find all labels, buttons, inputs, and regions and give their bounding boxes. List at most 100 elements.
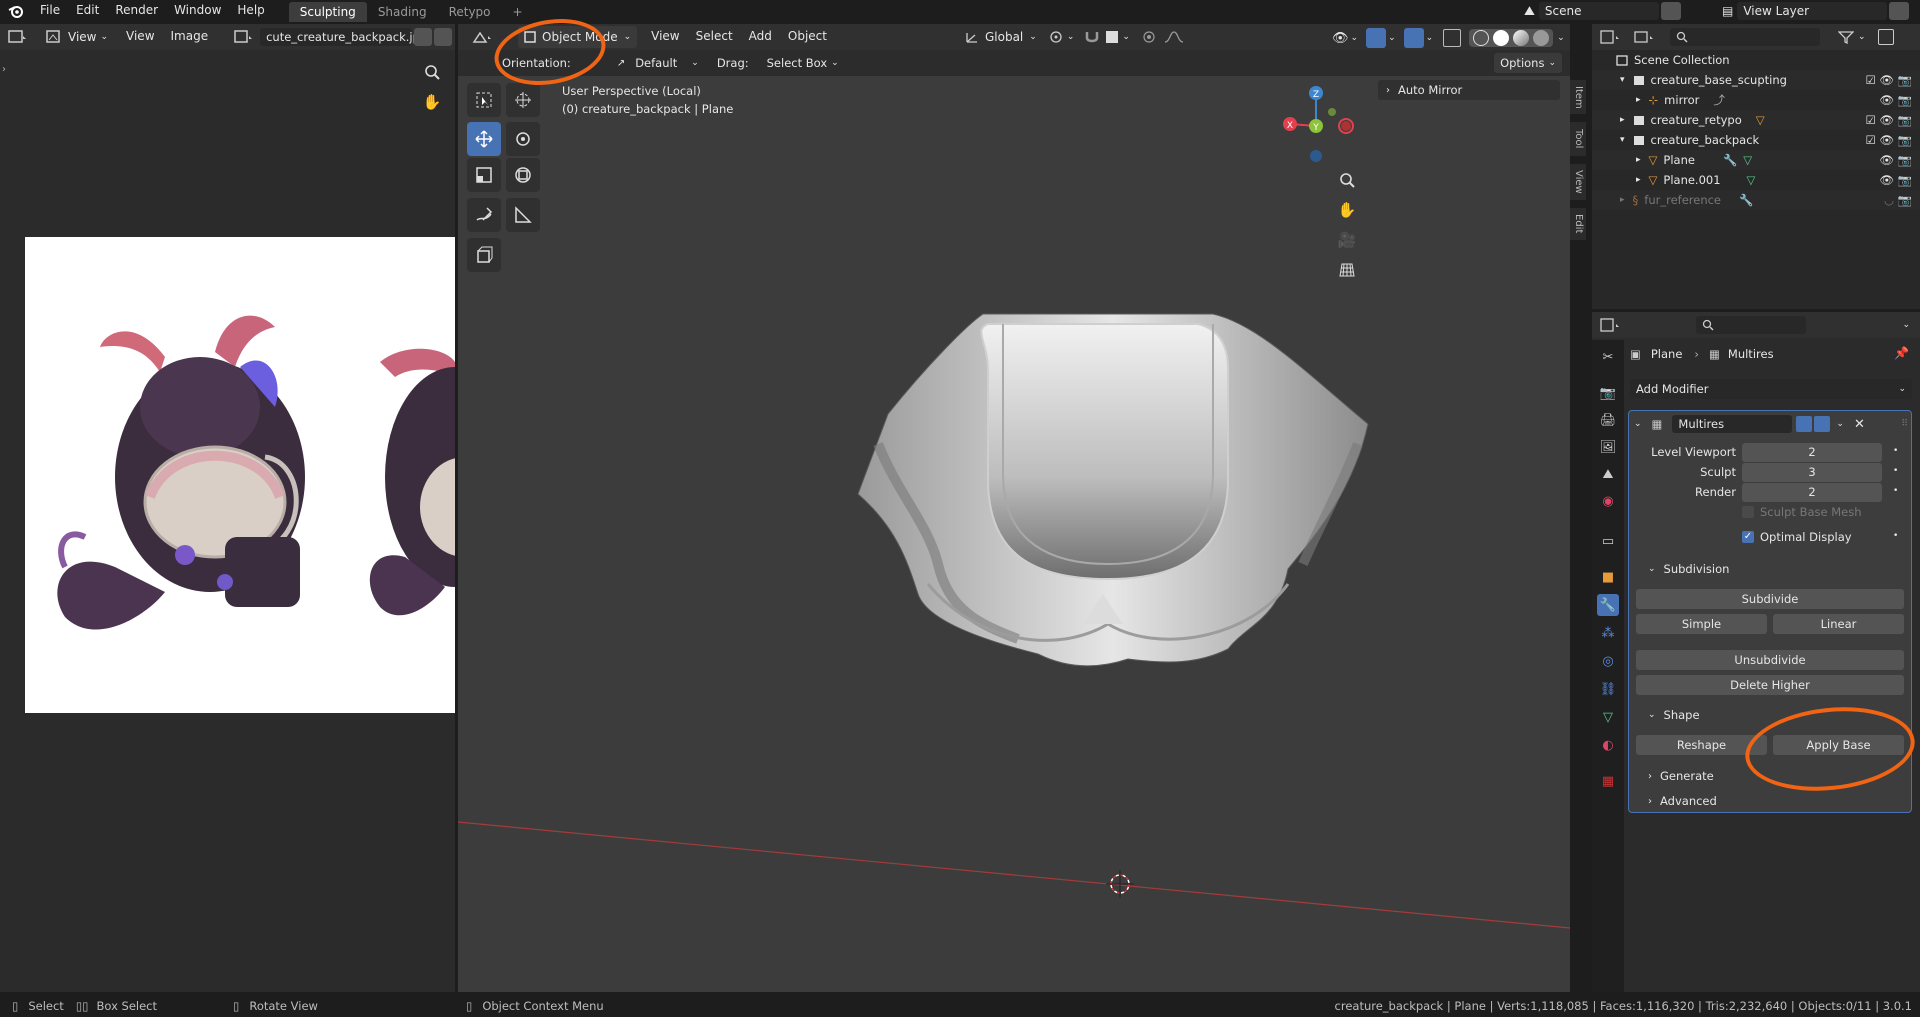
row-visibility-icons[interactable]: ◡ 📷 xyxy=(1884,190,1912,210)
annotate-tool[interactable] xyxy=(467,198,501,232)
tab-sculpting[interactable]: Sculpting xyxy=(288,2,367,22)
collection-tab-icon[interactable]: ▭ xyxy=(1597,530,1619,552)
grid-perspective-icon[interactable] xyxy=(1333,256,1361,284)
new-view-layer-icon[interactable] xyxy=(1889,2,1910,20)
tab-tool[interactable]: Tool xyxy=(1570,122,1586,156)
menu-render[interactable]: Render xyxy=(107,0,166,22)
scene-selector[interactable]: ⛰ Scene xyxy=(1524,1,1681,21)
editor-type-icon[interactable] xyxy=(472,30,502,44)
menu-edit[interactable]: Edit xyxy=(68,0,107,22)
delete-higher-button[interactable]: Delete Higher xyxy=(1636,675,1904,695)
tab-item[interactable]: Item xyxy=(1570,80,1586,114)
keyframe-dot-icon[interactable]: • xyxy=(1893,531,1898,541)
expand-arrow-icon[interactable]: ▸ xyxy=(1636,150,1641,170)
scene-tab-icon[interactable]: ⛰ xyxy=(1597,463,1619,485)
row-visibility-icons[interactable]: 👁 📷 xyxy=(1879,170,1912,190)
overlays-toggle-icon[interactable] xyxy=(1403,28,1424,48)
measure-tool[interactable] xyxy=(506,198,540,232)
menu-file[interactable]: File xyxy=(32,0,68,22)
add-workspace-button[interactable]: + xyxy=(502,2,534,22)
auto-mirror-panel[interactable]: › Auto Mirror xyxy=(1378,80,1560,100)
viewport-menu-view[interactable]: View xyxy=(643,26,687,48)
keyframe-dot-icon[interactable]: • xyxy=(1893,486,1898,496)
keyframe-dot-icon[interactable]: • xyxy=(1893,466,1898,476)
outliner-row[interactable]: ▾ creature_base_scupting ☑ 👁 📷 xyxy=(1592,70,1920,90)
outliner-row[interactable]: ▾ creature_backpack ☑ 👁 📷 xyxy=(1592,130,1920,150)
generate-section-header[interactable]: › Generate xyxy=(1648,769,1714,783)
modifier-extra-chevron-icon[interactable]: ⌄ xyxy=(1836,419,1844,429)
navigation-gizmo[interactable]: Z X Y xyxy=(1276,82,1356,162)
zoom-icon[interactable] xyxy=(418,58,446,86)
menu-window[interactable]: Window xyxy=(166,0,229,22)
outliner-search-input[interactable] xyxy=(1670,28,1820,46)
physics-tab-icon[interactable]: ◎ xyxy=(1597,650,1619,672)
object-tab-icon[interactable]: ■ xyxy=(1597,566,1619,588)
outliner-scene-collection[interactable]: Scene Collection xyxy=(1592,50,1920,70)
proportional-edit-toggle[interactable] xyxy=(1142,30,1158,44)
subdivide-button[interactable]: Subdivide xyxy=(1636,589,1904,609)
blender-logo-icon[interactable] xyxy=(0,0,32,22)
close-icon[interactable]: ✕ xyxy=(1854,417,1865,432)
wireframe-shading-icon[interactable] xyxy=(1473,30,1490,46)
orientation-dropdown[interactable]: ↗ Default ⌄ xyxy=(613,54,703,72)
expand-arrow-icon[interactable]: ▸ xyxy=(1636,90,1641,110)
filter-icon[interactable] xyxy=(1838,30,1854,44)
shape-section-header[interactable]: ⌄ Shape xyxy=(1648,708,1700,722)
row-visibility-icons[interactable]: ☑ 👁 📷 xyxy=(1865,70,1912,90)
sculpt-level-field[interactable]: 3 xyxy=(1742,463,1882,482)
image-menu-view[interactable]: View xyxy=(118,26,162,48)
add-cube-tool[interactable] xyxy=(467,238,501,272)
unsubdivide-button[interactable]: Unsubdivide xyxy=(1636,650,1904,670)
particles-tab-icon[interactable]: ⁂ xyxy=(1597,622,1619,644)
tool-settings-tab-icon[interactable]: ✂ xyxy=(1597,346,1619,368)
options-dropdown[interactable]: Options ⌄ xyxy=(1494,53,1562,73)
material-shading-icon[interactable] xyxy=(1513,30,1530,46)
chevron-down-icon[interactable]: ⌄ xyxy=(1351,33,1359,43)
rotate-tool[interactable] xyxy=(506,122,540,156)
image-name-field[interactable]: cute_creature_backpack.jpg xyxy=(260,28,427,46)
advanced-section-header[interactable]: › Advanced xyxy=(1648,794,1717,808)
properties-search-input[interactable] xyxy=(1696,316,1806,334)
falloff-dropdown[interactable] xyxy=(1164,30,1184,44)
optimal-display-checkbox[interactable]: ✓ Optimal Display xyxy=(1742,530,1852,544)
viewport-menu-select[interactable]: Select xyxy=(688,26,741,48)
fake-user-icon[interactable] xyxy=(414,28,433,46)
zoom-icon[interactable] xyxy=(1333,166,1361,194)
viewport-menu-add[interactable]: Add xyxy=(741,26,780,48)
texture-tab-icon[interactable]: ▦ xyxy=(1597,770,1619,792)
image-menu-image[interactable]: Image xyxy=(163,26,217,48)
row-visibility-icons[interactable]: 👁 📷 xyxy=(1879,90,1912,110)
collapse-arrow-icon[interactable]: ⌄ xyxy=(1634,419,1642,429)
material-tab-icon[interactable]: ◐ xyxy=(1597,734,1619,756)
solid-shading-icon[interactable] xyxy=(1493,30,1510,46)
subdivision-section-header[interactable]: ⌄ Subdivision xyxy=(1648,562,1729,576)
transform-tool[interactable] xyxy=(506,158,540,192)
scene-name-field[interactable]: Scene xyxy=(1538,2,1659,20)
view-layer-tab-icon[interactable]: 🖼 xyxy=(1597,436,1619,458)
outliner-row[interactable]: ▸ ⊹ mirror ⤴ 👁 📷 xyxy=(1592,90,1920,110)
tab-shading[interactable]: Shading xyxy=(367,2,438,22)
xray-toggle-icon[interactable] xyxy=(1443,29,1462,47)
tab-edit[interactable]: Edit xyxy=(1570,208,1586,240)
keyframe-dot-icon[interactable]: • xyxy=(1893,446,1898,456)
pan-hand-icon[interactable]: ✋ xyxy=(418,88,446,116)
collapse-arrow-icon[interactable]: › xyxy=(2,64,6,75)
linear-button[interactable]: Linear xyxy=(1773,614,1904,634)
scale-tool[interactable] xyxy=(467,158,501,192)
tab-retypo[interactable]: Retypo xyxy=(438,2,502,22)
display-mode-icon[interactable] xyxy=(1634,30,1660,44)
snap-target-dropdown[interactable]: ⌄ xyxy=(1106,31,1130,43)
expand-arrow-icon[interactable]: ▸ xyxy=(1620,110,1625,130)
chevron-down-icon[interactable]: ⌄ xyxy=(1902,320,1910,330)
chevron-down-icon[interactable]: ⌄ xyxy=(1858,32,1866,42)
add-modifier-dropdown[interactable]: Add Modifier ⌄ xyxy=(1630,379,1912,399)
transform-orientation-dropdown[interactable]: Global ⌄ xyxy=(965,30,1037,44)
view-layer-selector[interactable]: ▤ View Layer xyxy=(1722,1,1910,21)
row-visibility-icons[interactable]: ☑ 👁 📷 xyxy=(1865,130,1912,150)
world-tab-icon[interactable]: ◉ xyxy=(1597,490,1619,512)
outliner-row[interactable]: ▸ ▽ Plane 🔧 ▽ 👁 📷 xyxy=(1592,150,1920,170)
row-visibility-icons[interactable]: ☑ 👁 📷 xyxy=(1865,110,1912,130)
3d-viewport[interactable] xyxy=(458,24,1570,992)
expand-arrow-icon[interactable]: ▾ xyxy=(1620,130,1625,150)
new-scene-icon[interactable] xyxy=(1660,2,1681,20)
